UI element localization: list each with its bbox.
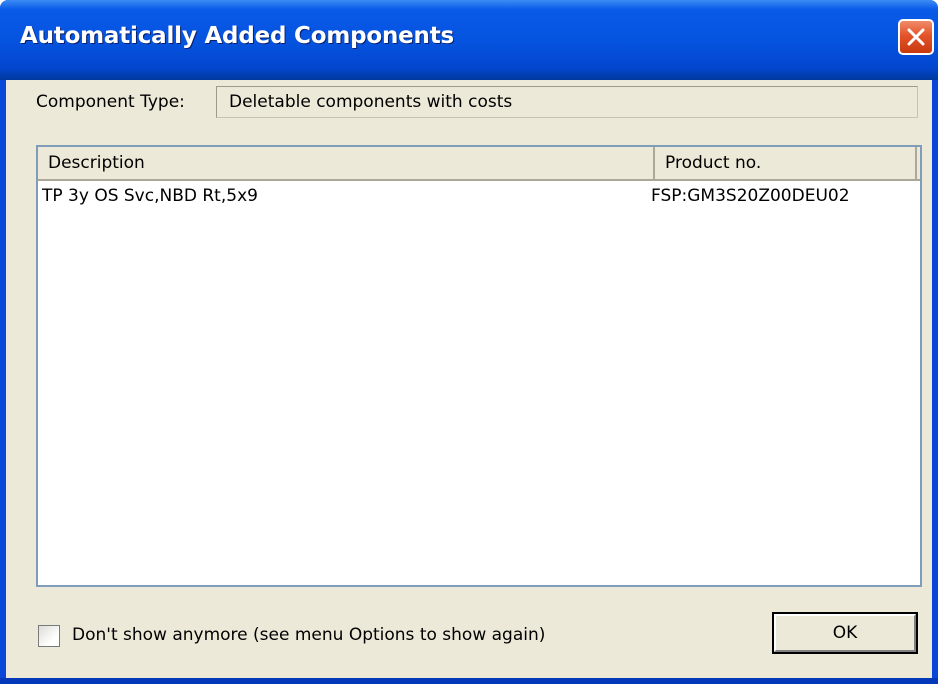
cell-description: TP 3y OS Svc,NBD Rt,5x9: [42, 186, 258, 206]
close-button[interactable]: [898, 19, 934, 55]
list-header: Description Product no.: [38, 147, 920, 181]
ok-button-label: OK: [832, 623, 858, 643]
window-title: Automatically Added Components: [20, 23, 454, 49]
component-type-label: Component Type:: [36, 92, 185, 112]
dialog-client-area: Component Type: Deletable components wit…: [6, 80, 932, 678]
components-list[interactable]: Description Product no. TP 3y OS Svc,NBD…: [36, 145, 922, 587]
column-header-product-no[interactable]: Product no.: [655, 147, 917, 179]
component-type-field: Deletable components with costs: [216, 86, 918, 118]
column-header-description[interactable]: Description: [38, 147, 655, 179]
dialog-window: Automatically Added Components Component…: [0, 0, 938, 684]
window-bottom-border: [0, 678, 938, 684]
cell-product-no: FSP:GM3S20Z00DEU02: [651, 186, 850, 206]
table-row[interactable]: TP 3y OS Svc,NBD Rt,5x9 FSP:GM3S20Z00DEU…: [38, 181, 920, 213]
close-icon: [907, 28, 925, 46]
dont-show-label[interactable]: Don't show anymore (see menu Options to …: [72, 625, 592, 645]
title-bar[interactable]: Automatically Added Components: [0, 0, 938, 80]
ok-button[interactable]: OK: [772, 612, 918, 654]
dont-show-checkbox[interactable]: [38, 625, 60, 647]
